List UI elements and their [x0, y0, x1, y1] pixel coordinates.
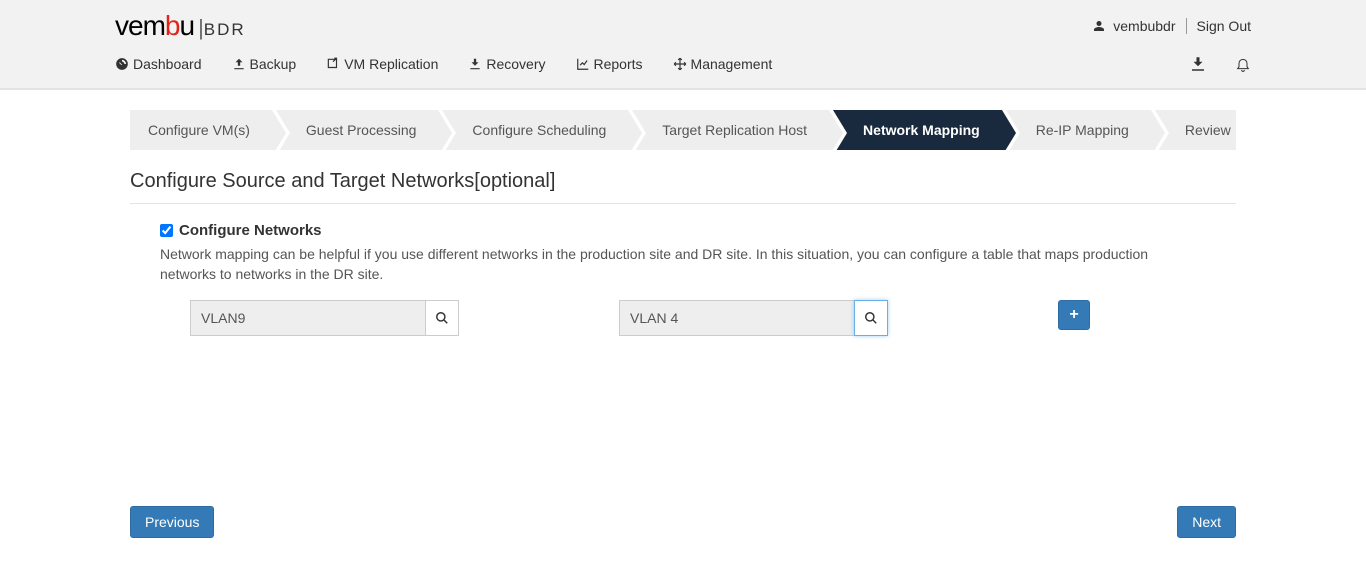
download-icon — [468, 57, 482, 71]
configure-networks-checkbox[interactable] — [160, 224, 173, 237]
signout-link[interactable]: Sign Out — [1197, 18, 1251, 34]
brand-logo: vembu|BDR — [115, 10, 246, 42]
nav-reports-label: Reports — [594, 56, 643, 72]
wizard-steps: Configure VM(s) Guest Processing Configu… — [130, 110, 1236, 150]
target-search-button[interactable] — [854, 300, 888, 336]
target-network-input[interactable] — [619, 300, 854, 336]
next-button[interactable]: Next — [1177, 506, 1236, 538]
separator — [1186, 18, 1187, 34]
step-review[interactable]: Review — [1155, 110, 1236, 150]
nav-reports[interactable]: Reports — [576, 48, 643, 80]
nav-management-label: Management — [691, 56, 773, 72]
step-target-replication-host[interactable]: Target Replication Host — [632, 110, 829, 150]
dashboard-icon — [115, 57, 129, 71]
source-network-input[interactable] — [190, 300, 425, 336]
upload-icon — [232, 57, 246, 71]
nav-dashboard-label: Dashboard — [133, 56, 202, 72]
previous-button[interactable]: Previous — [130, 506, 214, 538]
download-action-icon[interactable] — [1189, 55, 1207, 73]
chart-icon — [576, 57, 590, 71]
search-icon — [864, 311, 878, 325]
add-mapping-button[interactable]: + — [1058, 300, 1090, 330]
nav-backup-label: Backup — [250, 56, 297, 72]
nav-recovery[interactable]: Recovery — [468, 48, 545, 80]
step-configure-vms[interactable]: Configure VM(s) — [130, 110, 272, 150]
nav-backup[interactable]: Backup — [232, 48, 297, 80]
username-link[interactable]: vembubdr — [1113, 18, 1175, 34]
source-search-button[interactable] — [425, 300, 459, 336]
step-reip-mapping[interactable]: Re-IP Mapping — [1006, 110, 1151, 150]
user-icon — [1093, 20, 1105, 32]
step-configure-scheduling[interactable]: Configure Scheduling — [442, 110, 628, 150]
bell-icon[interactable] — [1235, 56, 1251, 72]
plus-icon: + — [1069, 306, 1078, 324]
section-title: Configure Source and Target Networks[opt… — [130, 170, 1236, 204]
step-network-mapping[interactable]: Network Mapping — [833, 110, 1002, 150]
share-icon — [326, 57, 340, 71]
nav-dashboard[interactable]: Dashboard — [115, 48, 202, 80]
description-text: Network mapping can be helpful if you us… — [160, 245, 1206, 284]
move-icon — [673, 57, 687, 71]
search-icon — [435, 311, 449, 325]
nav-vm-replication-label: VM Replication — [344, 56, 438, 72]
configure-networks-label: Configure Networks — [179, 222, 322, 239]
step-guest-processing[interactable]: Guest Processing — [276, 110, 439, 150]
nav-recovery-label: Recovery — [486, 56, 545, 72]
nav-vm-replication[interactable]: VM Replication — [326, 48, 438, 80]
nav-management[interactable]: Management — [673, 48, 773, 80]
